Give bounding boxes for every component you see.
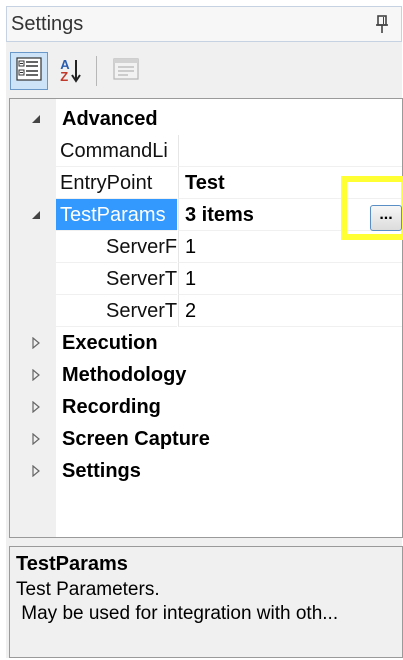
panel-titlebar: Settings xyxy=(6,6,402,42)
sort-az-icon: A Z xyxy=(60,58,81,84)
pin-icon[interactable] xyxy=(367,9,397,39)
category-row-screen-capture[interactable]: Screen Capture xyxy=(10,423,402,455)
property-value[interactable] xyxy=(178,135,402,167)
description-pane: TestParams Test Parameters. May be used … xyxy=(9,546,403,658)
category-row-execution[interactable]: Execution xyxy=(10,327,402,359)
property-name[interactable]: TestParams xyxy=(56,199,177,231)
collapse-icon[interactable] xyxy=(28,199,44,231)
category-row-methodology[interactable]: Methodology xyxy=(10,359,402,391)
toolbar: A Z xyxy=(6,46,402,96)
category-label: Execution xyxy=(62,332,158,354)
property-pages-button[interactable] xyxy=(107,52,145,90)
description-line-1: Test Parameters. xyxy=(16,579,160,600)
category-row-advanced[interactable]: Advanced xyxy=(10,103,402,135)
ellipsis-button[interactable]: ... xyxy=(370,205,402,231)
property-name[interactable]: ServerT xyxy=(56,295,177,327)
expand-icon[interactable] xyxy=(28,423,44,455)
expand-icon[interactable] xyxy=(28,455,44,487)
categorized-icon xyxy=(16,56,42,87)
property-row-sub[interactable]: ServerT 1 xyxy=(10,263,402,295)
property-row-sub[interactable]: ServerT 2 xyxy=(10,295,402,327)
property-name[interactable]: ServerF xyxy=(56,231,177,263)
property-value[interactable]: 2 xyxy=(178,295,402,327)
category-label: Screen Capture xyxy=(62,428,210,450)
sort-letter-z: Z xyxy=(60,69,69,84)
category-label: Methodology xyxy=(62,364,187,386)
panel-title: Settings xyxy=(11,12,84,35)
property-name[interactable]: EntryPoint xyxy=(56,167,177,199)
category-label: Recording xyxy=(62,396,161,418)
category-label-advanced: Advanced xyxy=(62,108,158,130)
property-name[interactable]: CommandLi xyxy=(56,135,177,167)
expand-icon[interactable] xyxy=(28,391,44,423)
properties-panel: Settings A Z Advanced CommandLi EntryPoi… xyxy=(6,6,403,658)
expand-icon[interactable] xyxy=(28,327,44,359)
collapse-icon[interactable] xyxy=(28,103,44,135)
description-line-2: May be used for integration with oth... xyxy=(16,603,339,624)
property-grid: Advanced CommandLi EntryPoint Test TestP… xyxy=(9,98,403,538)
property-value[interactable]: 1 xyxy=(178,263,402,295)
alphabetical-sort-button[interactable]: A Z xyxy=(52,52,90,90)
property-name[interactable]: ServerT xyxy=(56,263,177,295)
category-label: Settings xyxy=(62,460,141,482)
categorized-view-button[interactable] xyxy=(10,52,48,90)
category-row-settings[interactable]: Settings xyxy=(10,455,402,487)
property-pages-icon xyxy=(112,56,140,87)
toolbar-separator xyxy=(96,56,97,86)
property-row-commandline[interactable]: CommandLi xyxy=(10,135,402,167)
expand-icon[interactable] xyxy=(28,359,44,391)
category-row-recording[interactable]: Recording xyxy=(10,391,402,423)
description-title: TestParams xyxy=(16,553,128,575)
